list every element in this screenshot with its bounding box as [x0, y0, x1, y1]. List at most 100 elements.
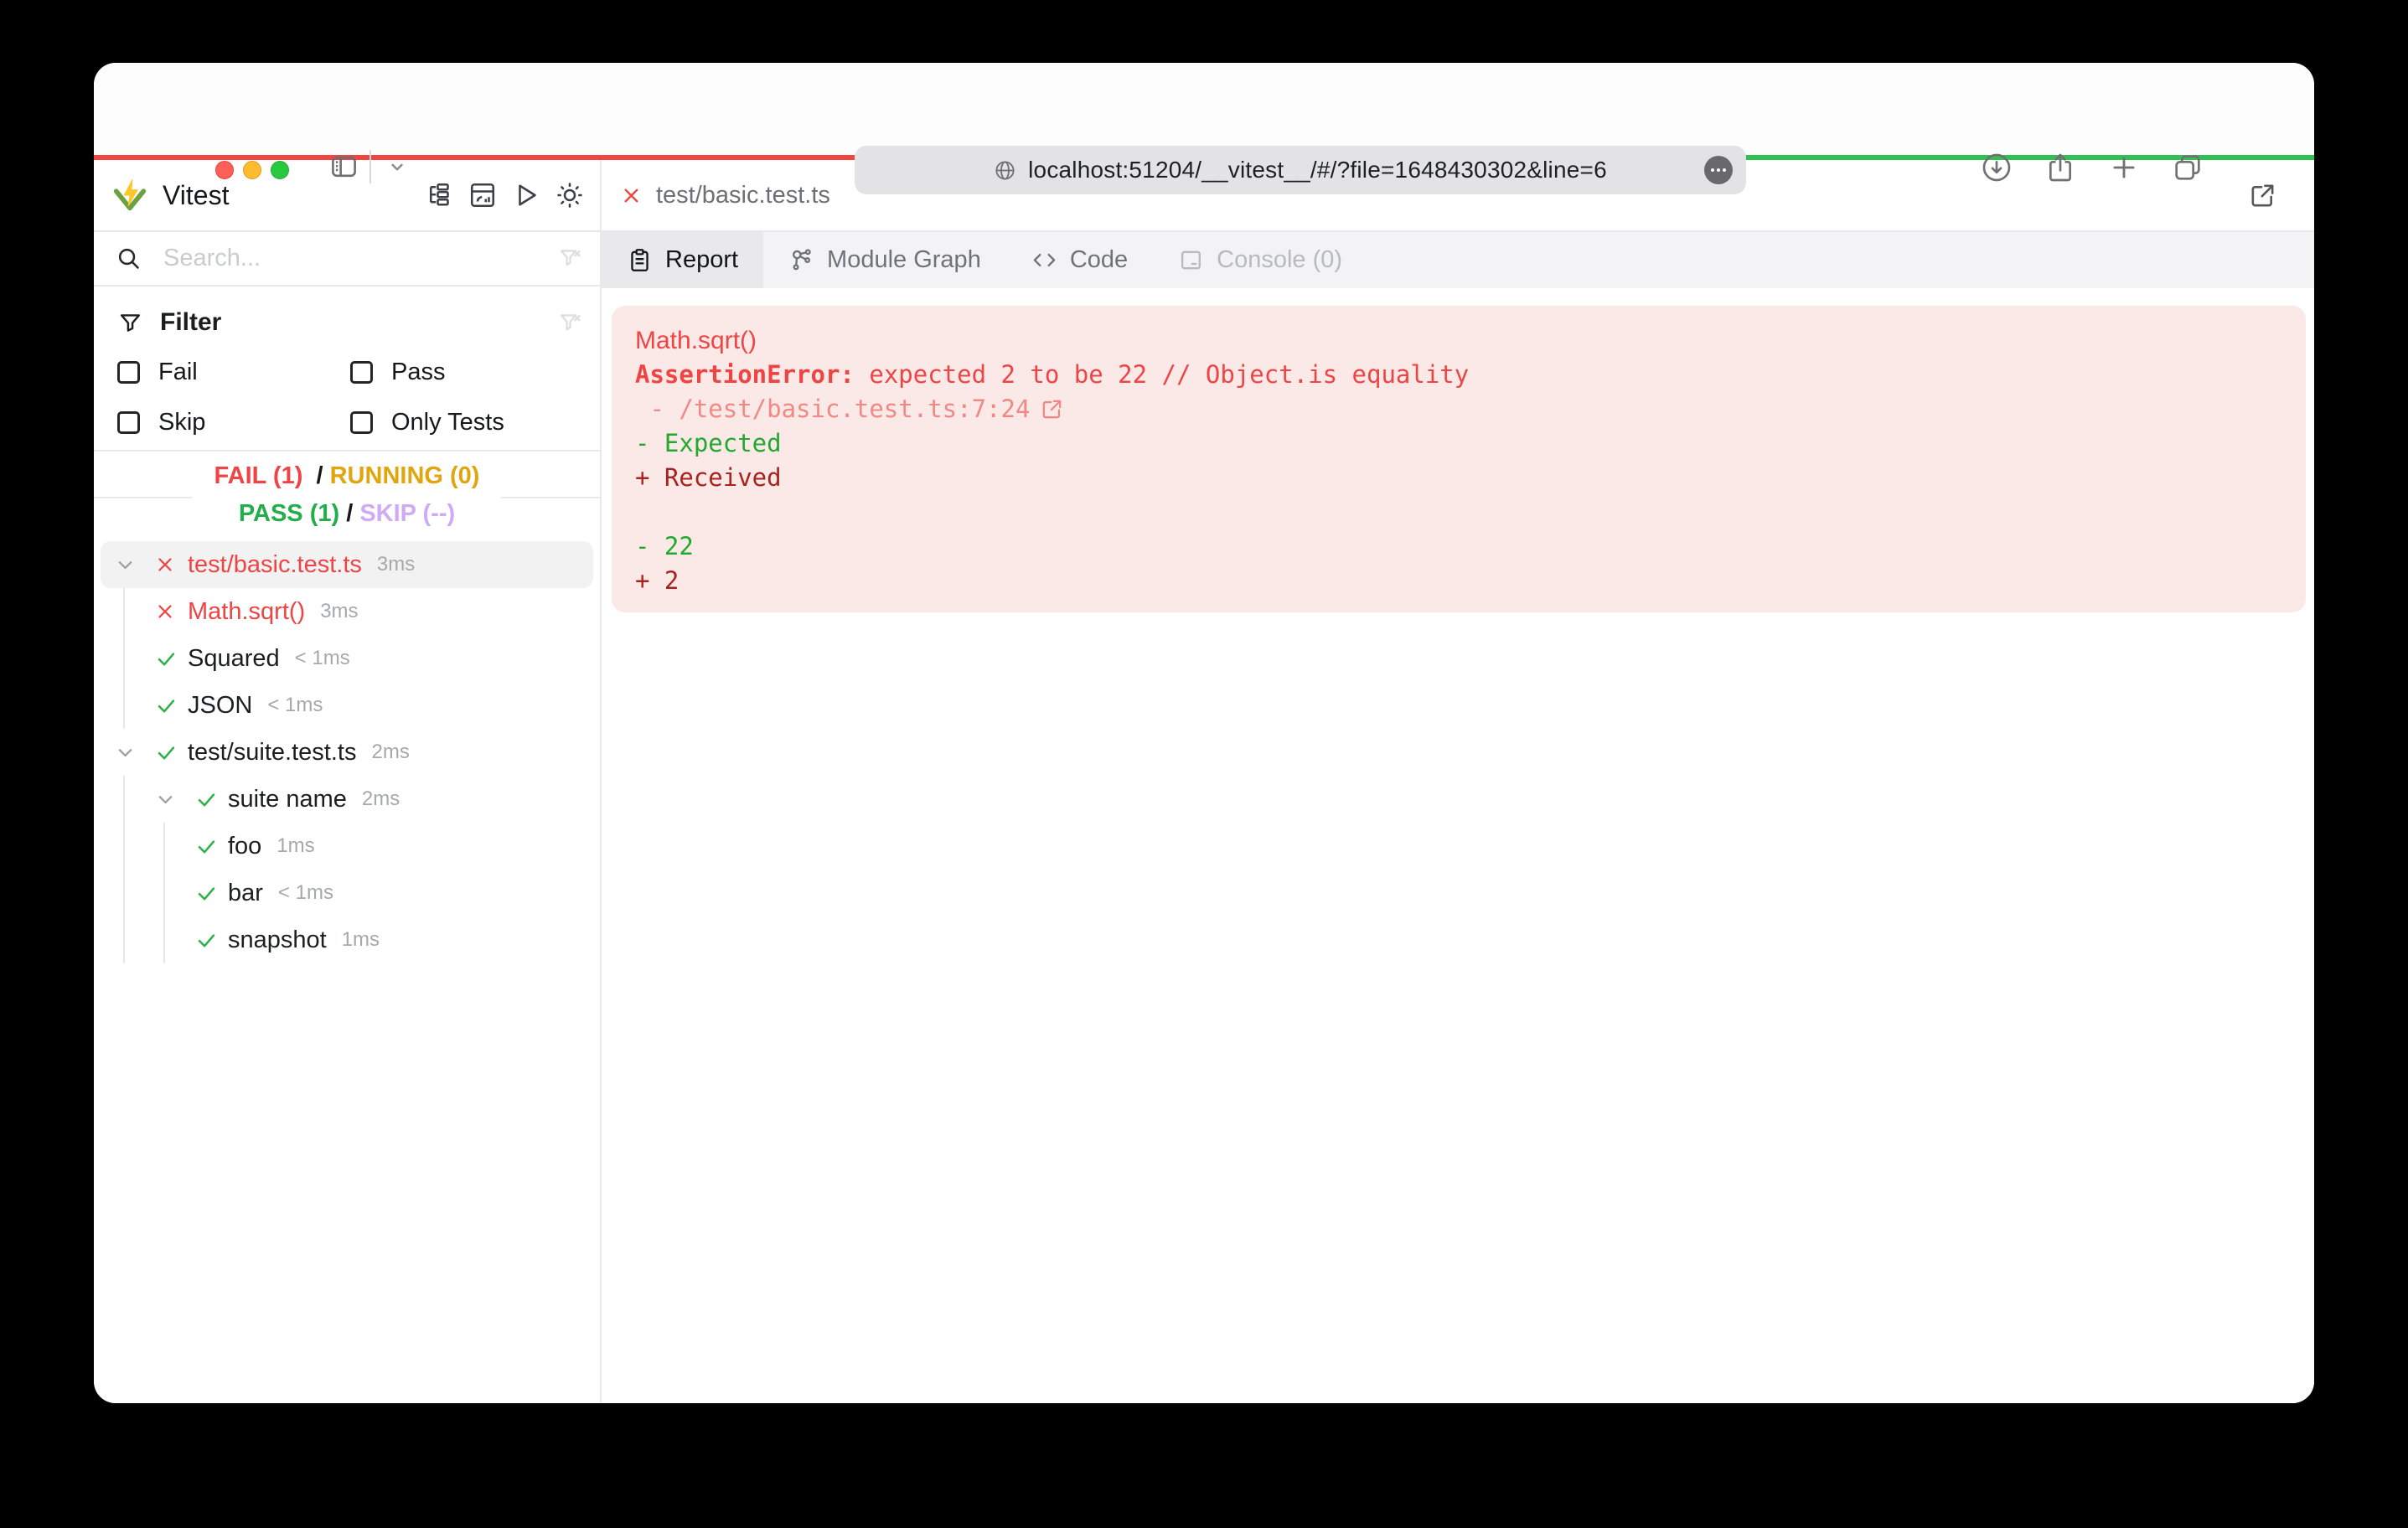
console-icon: [1178, 247, 1204, 273]
chevron-down-icon[interactable]: [114, 741, 137, 764]
indent-guide: [123, 635, 125, 682]
test-duration: 2ms: [361, 787, 400, 810]
close-window-button[interactable]: [215, 161, 234, 179]
tree-row[interactable]: foo 1ms: [101, 823, 593, 870]
tab-module-graph[interactable]: Module Graph: [763, 232, 1006, 288]
filter-option-only-tests[interactable]: Only Tests: [350, 409, 583, 436]
skip-checkbox[interactable]: [117, 411, 140, 434]
tab-overview-icon[interactable]: [2170, 150, 2205, 185]
view-tabs: Report Module Graph Code Console (0): [602, 232, 2314, 288]
test-label: test/basic.test.ts: [188, 550, 362, 578]
clear-filter-icon[interactable]: [557, 310, 583, 336]
filter-option-skip[interactable]: Skip: [117, 409, 350, 436]
test-duration: 1ms: [276, 834, 315, 857]
indent-guide: [163, 916, 165, 963]
skip-count: SKIP (--): [359, 500, 456, 527]
report-line: - /test/basic.test.ts:7:24: [635, 392, 2281, 426]
theme-toggle-icon[interactable]: [554, 180, 585, 211]
download-icon[interactable]: [1979, 150, 2014, 185]
filter-option-fail[interactable]: Fail: [117, 359, 350, 386]
tab-console: Console (0): [1153, 232, 1367, 288]
clear-search-filter-icon[interactable]: [557, 245, 583, 271]
test-label: snapshot: [228, 926, 327, 953]
tree-row[interactable]: suite name 2ms: [101, 776, 593, 823]
external-link-icon[interactable]: [1040, 397, 1064, 421]
fail-count: FAIL (1): [214, 462, 303, 489]
pass-icon: [194, 834, 219, 859]
browser-toolbar: localhost:51204/__vitest__/#/?file=16484…: [94, 63, 2314, 194]
file-header-title: test/basic.test.ts: [656, 181, 830, 209]
fail-icon: [154, 554, 176, 576]
report-text: - /test/basic.test.ts:7:24: [635, 395, 1031, 423]
report-line: - Expected: [635, 426, 2281, 461]
pass-icon: [154, 647, 178, 671]
minimize-window-button[interactable]: [243, 161, 261, 179]
test-duration: < 1ms: [294, 647, 350, 669]
filter-option-pass[interactable]: Pass: [350, 359, 583, 386]
search-input[interactable]: [163, 245, 535, 272]
only-tests-checkbox[interactable]: [350, 411, 373, 434]
skip-label: Skip: [158, 409, 206, 436]
globe-icon: [994, 159, 1016, 182]
test-label: foo: [228, 832, 262, 860]
address-bar[interactable]: localhost:51204/__vitest__/#/?file=16484…: [855, 146, 1746, 194]
test-label: JSON: [188, 691, 253, 719]
report-line: Math.sqrt(): [635, 323, 2281, 358]
new-tab-icon[interactable]: [2106, 150, 2142, 185]
report-line: + Received: [635, 461, 2281, 495]
test-duration: 3ms: [376, 553, 416, 576]
sidebar-toggle-icon[interactable]: [328, 152, 359, 183]
tree-row[interactable]: Math.sqrt() 3ms: [101, 588, 593, 635]
test-label: test/suite.test.ts: [188, 738, 357, 766]
indent-guide: [163, 823, 165, 870]
tree-row[interactable]: snapshot 1ms: [101, 916, 593, 963]
running-count: RUNNING (0): [329, 462, 480, 489]
report-line: + 2: [635, 564, 2281, 598]
test-label: Math.sqrt(): [188, 597, 306, 625]
run-all-icon[interactable]: [510, 180, 541, 211]
ellipsis-icon[interactable]: [1704, 156, 1733, 184]
fail-icon: [620, 184, 643, 207]
report-text: Math.sqrt(): [635, 327, 757, 354]
report-text: - Expected: [635, 429, 782, 457]
pass-label: Pass: [391, 359, 446, 385]
search-bar: [94, 232, 600, 286]
tree-view-icon[interactable]: [423, 180, 454, 211]
pass-icon: [194, 928, 219, 952]
chevron-down-icon[interactable]: [114, 554, 137, 576]
error-report: Math.sqrt() AssertionError: expected 2 to…: [612, 306, 2306, 612]
tab-report[interactable]: Report: [602, 232, 764, 288]
filter-section: Filter Fail Pass Skip Only Tests: [94, 286, 600, 452]
test-label: suite name: [228, 785, 347, 813]
toolbar-separator: [369, 150, 371, 183]
chevron-down-icon[interactable]: [381, 152, 412, 183]
dashboard-icon[interactable]: [467, 180, 498, 211]
report-icon: [627, 247, 653, 273]
test-duration: < 1ms: [277, 881, 333, 904]
only-tests-label: Only Tests: [391, 409, 504, 436]
tree-row[interactable]: test/suite.test.ts 2ms: [101, 729, 593, 776]
window-controls: [215, 161, 289, 179]
search-icon: [116, 245, 142, 271]
chevron-down-icon[interactable]: [154, 788, 177, 811]
report-text: - 22: [635, 532, 694, 560]
tree-row[interactable]: JSON < 1ms: [101, 682, 593, 729]
tree-row[interactable]: test/basic.test.ts 3ms: [101, 541, 593, 588]
tab-code[interactable]: Code: [1006, 232, 1153, 288]
tree-row[interactable]: Squared < 1ms: [101, 635, 593, 682]
test-duration: 3ms: [320, 600, 359, 622]
summary-line-1: FAIL (1) / RUNNING (0): [214, 462, 480, 489]
test-duration: 2ms: [371, 741, 410, 763]
pass-count: PASS (1): [238, 500, 340, 527]
open-in-editor-icon[interactable]: [2248, 181, 2277, 210]
module-graph-icon: [788, 247, 814, 273]
tree-row[interactable]: bar < 1ms: [101, 870, 593, 916]
share-icon[interactable]: [2043, 150, 2078, 185]
pass-checkbox[interactable]: [350, 361, 373, 384]
main-panel: test/basic.test.ts Report Module Graph C…: [602, 160, 2314, 1403]
fail-checkbox[interactable]: [117, 361, 140, 384]
zoom-window-button[interactable]: [271, 161, 289, 179]
report-text: expected 2 to be 22 // Object.is equalit…: [869, 360, 1470, 389]
fail-icon: [154, 601, 176, 622]
filter-title: Filter: [160, 308, 222, 336]
